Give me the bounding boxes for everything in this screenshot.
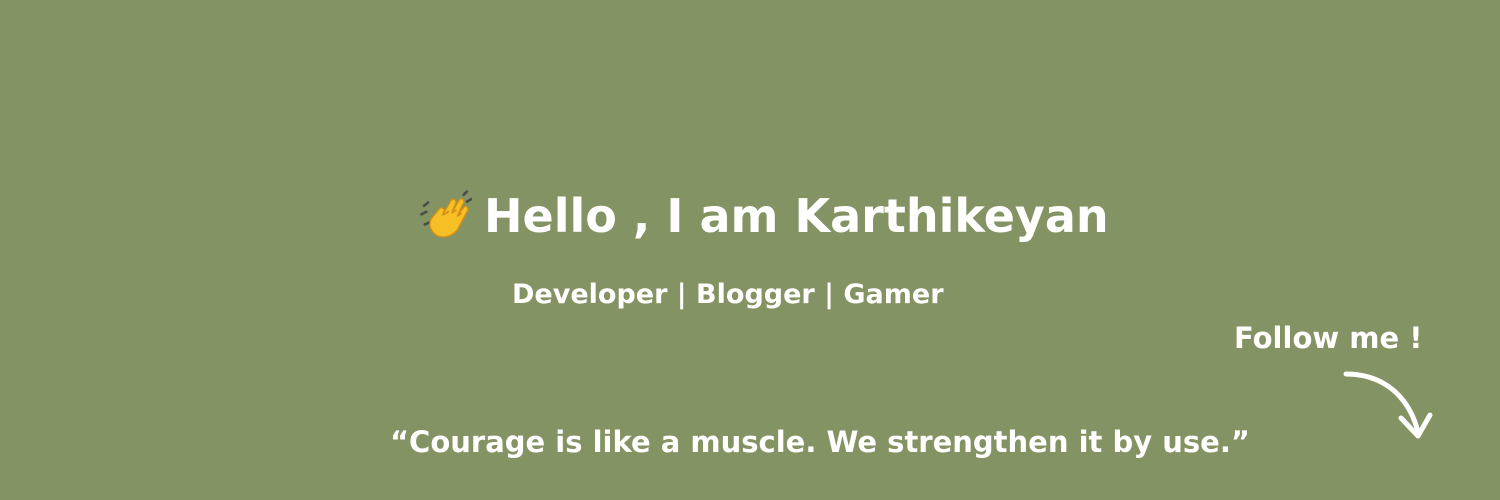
follow-me-label: Follow me ! bbox=[1234, 321, 1423, 355]
waving-hand-icon bbox=[420, 190, 472, 238]
headline: Hello , I am Karthikeyan bbox=[418, 184, 1109, 248]
curved-arrow-icon bbox=[1343, 371, 1433, 439]
profile-banner: Hello , I am Karthikeyan Developer | Blo… bbox=[0, 0, 1500, 500]
page-title: Hello , I am Karthikeyan bbox=[484, 189, 1109, 243]
quote-text: “Courage is like a muscle. We strengthen… bbox=[390, 425, 1250, 459]
role-tagline: Developer | Blogger | Gamer bbox=[512, 279, 944, 310]
